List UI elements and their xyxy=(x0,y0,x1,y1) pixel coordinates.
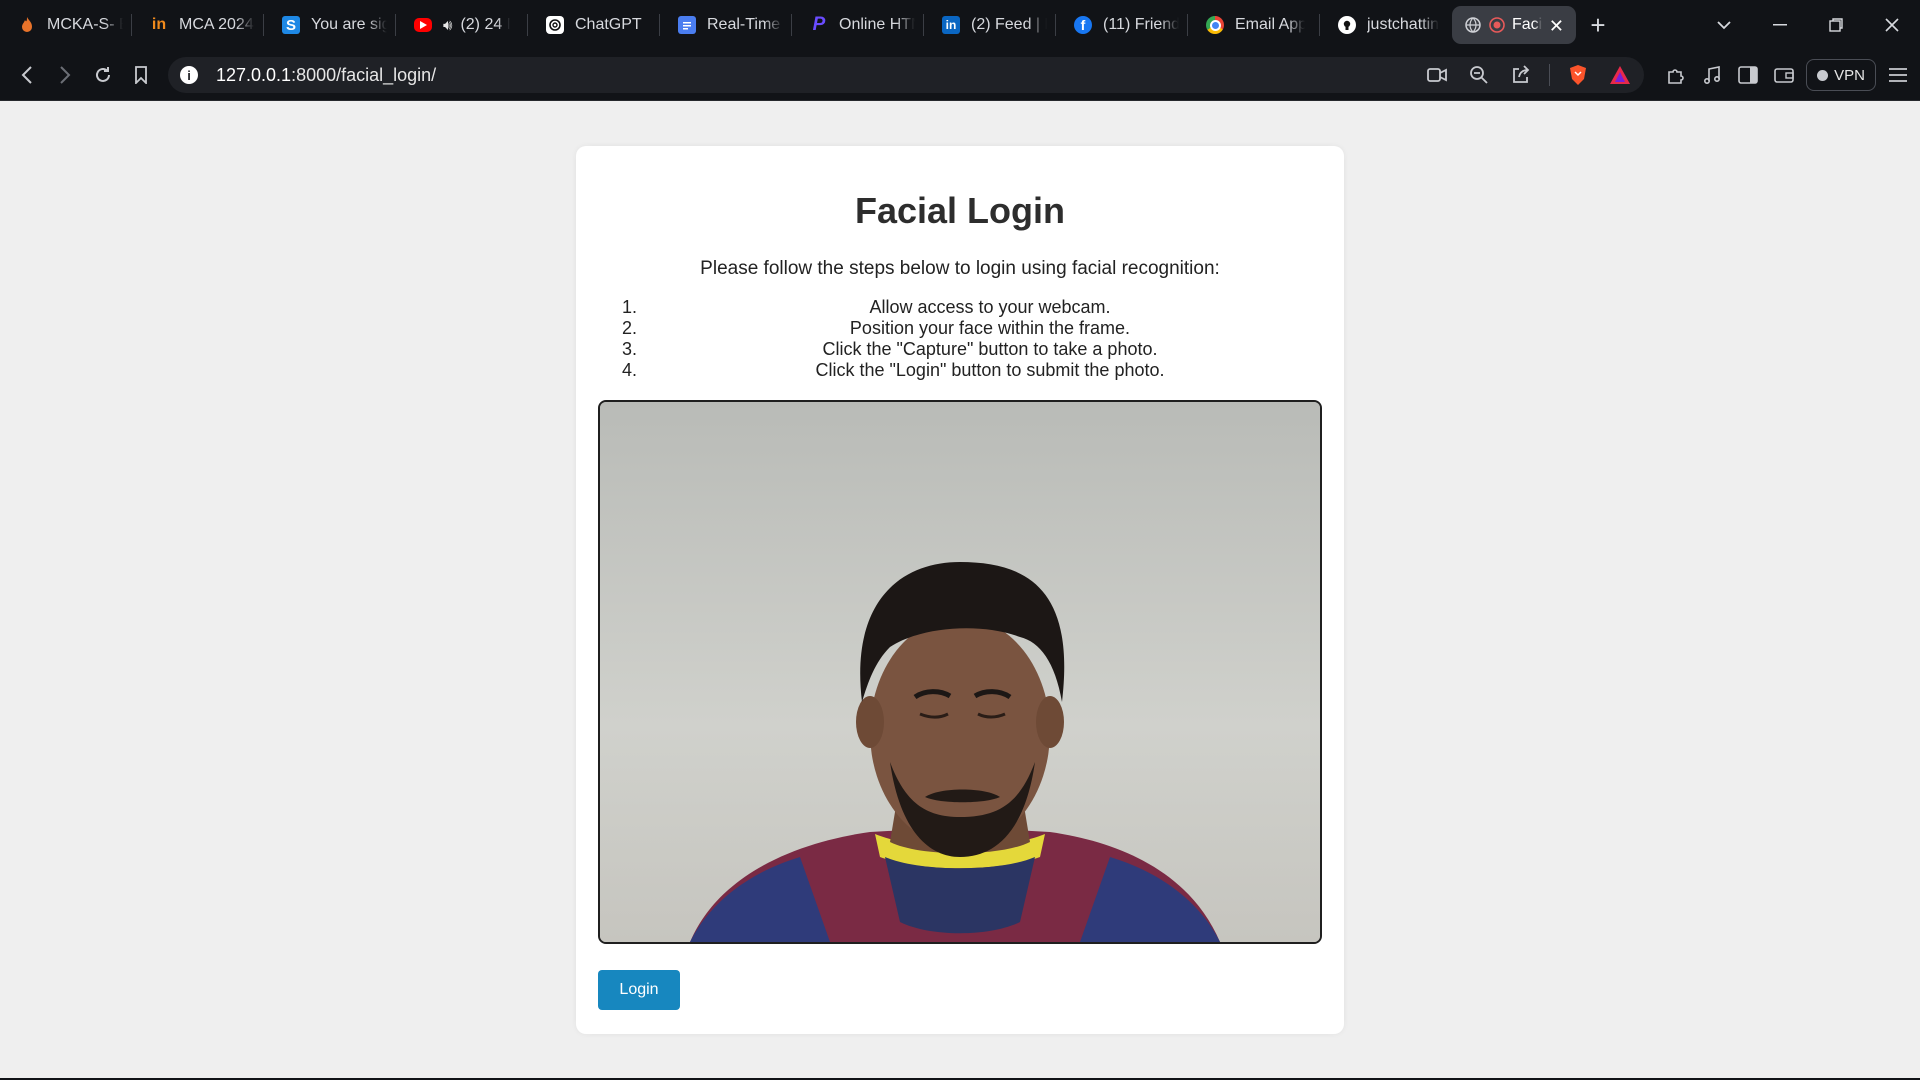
tab-8[interactable]: f (11) Friend xyxy=(1056,0,1188,50)
bookmark-icon[interactable] xyxy=(122,56,160,94)
chrome-icon xyxy=(1206,16,1224,34)
webcam-person-image xyxy=(600,402,1320,942)
vpn-status-icon xyxy=(1817,69,1829,81)
tab-3[interactable]: 🔊︎ (2) 24 M xyxy=(396,0,528,50)
p-logo-icon: P xyxy=(812,14,826,35)
tab-strip: MCKA-S- B in MCA 2024- S You are sig 🔊︎ … xyxy=(0,0,1920,50)
brave-shield-icon[interactable] xyxy=(1564,61,1592,89)
docs-icon xyxy=(678,16,696,34)
sidebar-icon[interactable] xyxy=(1734,61,1762,89)
tab-search-icon[interactable] xyxy=(1696,0,1752,50)
recording-icon xyxy=(1488,16,1506,34)
list-item: 2. Position your face within the frame. xyxy=(622,318,1131,338)
back-icon[interactable] xyxy=(8,56,46,94)
new-tab-button[interactable]: + xyxy=(1576,0,1620,50)
page-title: Facial Login xyxy=(854,190,1066,231)
address-bar[interactable]: i 127.0.0.1:8000/facial_login/ xyxy=(168,57,1644,93)
facebook-icon: f xyxy=(1074,16,1092,34)
browser-toolbar: i 127.0.0.1:8000/facial_login/ VPN xyxy=(0,50,1920,101)
extensions-icon[interactable] xyxy=(1662,61,1690,89)
restore-button[interactable] xyxy=(1808,0,1864,50)
tab-0[interactable]: MCKA-S- B xyxy=(0,0,132,50)
github-icon xyxy=(1338,16,1356,34)
tab-5[interactable]: Real-Time I xyxy=(660,0,792,50)
fire-icon xyxy=(18,16,36,34)
list-item: 3. Click the "Capture" button to take a p… xyxy=(622,339,1158,359)
speaker-icon[interactable]: 🔊︎ xyxy=(443,17,452,34)
url-text[interactable]: 127.0.0.1:8000/facial_login/ xyxy=(216,65,436,86)
tab-7[interactable]: in (2) Feed | L xyxy=(924,0,1056,50)
tab-4[interactable]: ChatGPT xyxy=(528,0,660,50)
tab-9[interactable]: Email App xyxy=(1188,0,1320,50)
globe-icon xyxy=(1464,16,1482,34)
minimize-button[interactable] xyxy=(1752,0,1808,50)
login-button[interactable]: Login xyxy=(598,970,680,1010)
steps-list: 1. Allow access to your webcam. 2. Positio… xyxy=(596,297,1332,381)
close-tab-icon[interactable]: ✕ xyxy=(1549,16,1564,37)
forward-icon[interactable] xyxy=(46,56,84,94)
list-item: 4. Click the "Login" button to submit the… xyxy=(622,360,1165,380)
list-item: 1. Allow access to your webcam. xyxy=(622,297,1111,317)
instructions-intro: Please follow the steps below to login u… xyxy=(700,258,1220,279)
in-logo-icon: in xyxy=(151,16,167,33)
tab-active[interactable]: Faci ✕ xyxy=(1452,6,1576,44)
tab-1[interactable]: in MCA 2024- xyxy=(132,0,264,50)
login-card: Facial Login Please follow the steps bel… xyxy=(576,146,1344,1034)
tab-2[interactable]: S You are sig xyxy=(264,0,396,50)
zoom-icon[interactable] xyxy=(1465,61,1493,89)
tab-10[interactable]: justchattin xyxy=(1320,0,1452,50)
youtube-icon xyxy=(414,18,432,32)
close-window-button[interactable] xyxy=(1864,0,1920,50)
share-icon[interactable] xyxy=(1507,61,1535,89)
linkedin-icon: in xyxy=(942,16,960,34)
reload-icon[interactable] xyxy=(84,56,122,94)
media-icon[interactable] xyxy=(1698,61,1726,89)
tab-6[interactable]: P Online HTM xyxy=(792,0,924,50)
menu-icon[interactable] xyxy=(1884,61,1912,89)
wallet-icon[interactable] xyxy=(1770,61,1798,89)
webcam-video xyxy=(598,400,1322,944)
s-logo-icon: S xyxy=(282,16,300,34)
brave-rewards-icon[interactable] xyxy=(1606,61,1634,89)
chatgpt-icon xyxy=(546,16,564,34)
camera-icon[interactable] xyxy=(1423,61,1451,89)
site-info-icon[interactable]: i xyxy=(180,66,198,84)
vpn-button[interactable]: VPN xyxy=(1806,59,1876,91)
